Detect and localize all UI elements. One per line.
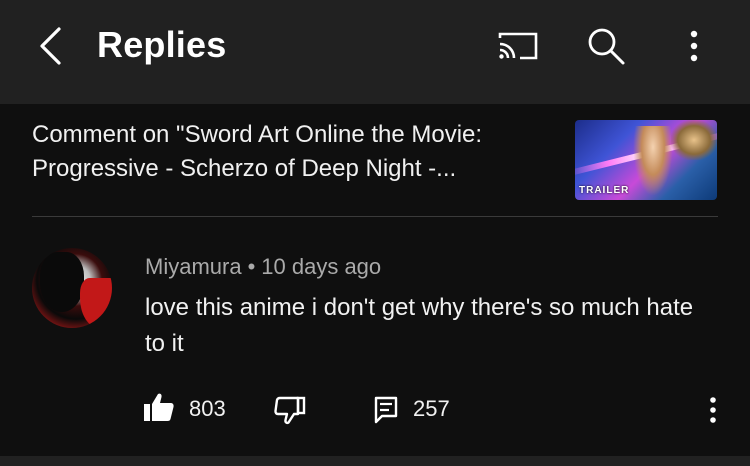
comment-time: 10 days ago [261,254,382,279]
avatar-art [40,252,84,312]
top-app-bar: Replies [0,0,750,104]
reply-count: 257 [413,396,450,421]
search-button[interactable] [582,24,630,68]
more-vert-icon [690,30,698,62]
thumbnail-figure [671,120,717,160]
thumbnail-figure [633,126,673,196]
divider [32,216,718,217]
author-name[interactable]: Miyamura [145,254,242,279]
avatar[interactable] [32,248,112,328]
back-button[interactable] [30,24,70,68]
search-icon [588,28,625,65]
page-title: Replies [97,24,227,65]
meta-separator: • [247,254,256,279]
video-context-link[interactable]: Comment on "Sword Art Online the Movie: … [32,118,562,186]
more-vert-icon [710,397,716,423]
comment-text: love this anime i don't get why there's … [145,294,694,357]
video-thumbnail[interactable]: TRAILER [575,120,717,200]
cast-icon [498,32,538,60]
like-button[interactable] [143,392,175,422]
reply-button[interactable] [372,392,400,428]
comment-actions: 803 257 [0,390,750,430]
thumbnail-badge: TRAILER [579,185,630,196]
thumbs-up-icon [144,393,174,421]
cast-button[interactable] [494,26,542,66]
bottom-divider [0,456,750,466]
more-options-button[interactable] [674,24,714,68]
avatar-art [80,278,112,328]
comment-icon [374,396,398,424]
like-count: 803 [189,396,226,421]
comment-meta: Miyamura • 10 days ago [145,254,381,280]
comment-more-button[interactable] [698,390,728,430]
context-line-1: Comment on "Sword Art Online the Movie: [32,121,483,148]
chevron-left-icon [40,27,61,65]
thumbs-down-icon [274,396,306,425]
dislike-button[interactable] [272,392,308,428]
context-line-2: Progressive - Scherzo of Deep Night -... [32,155,457,182]
